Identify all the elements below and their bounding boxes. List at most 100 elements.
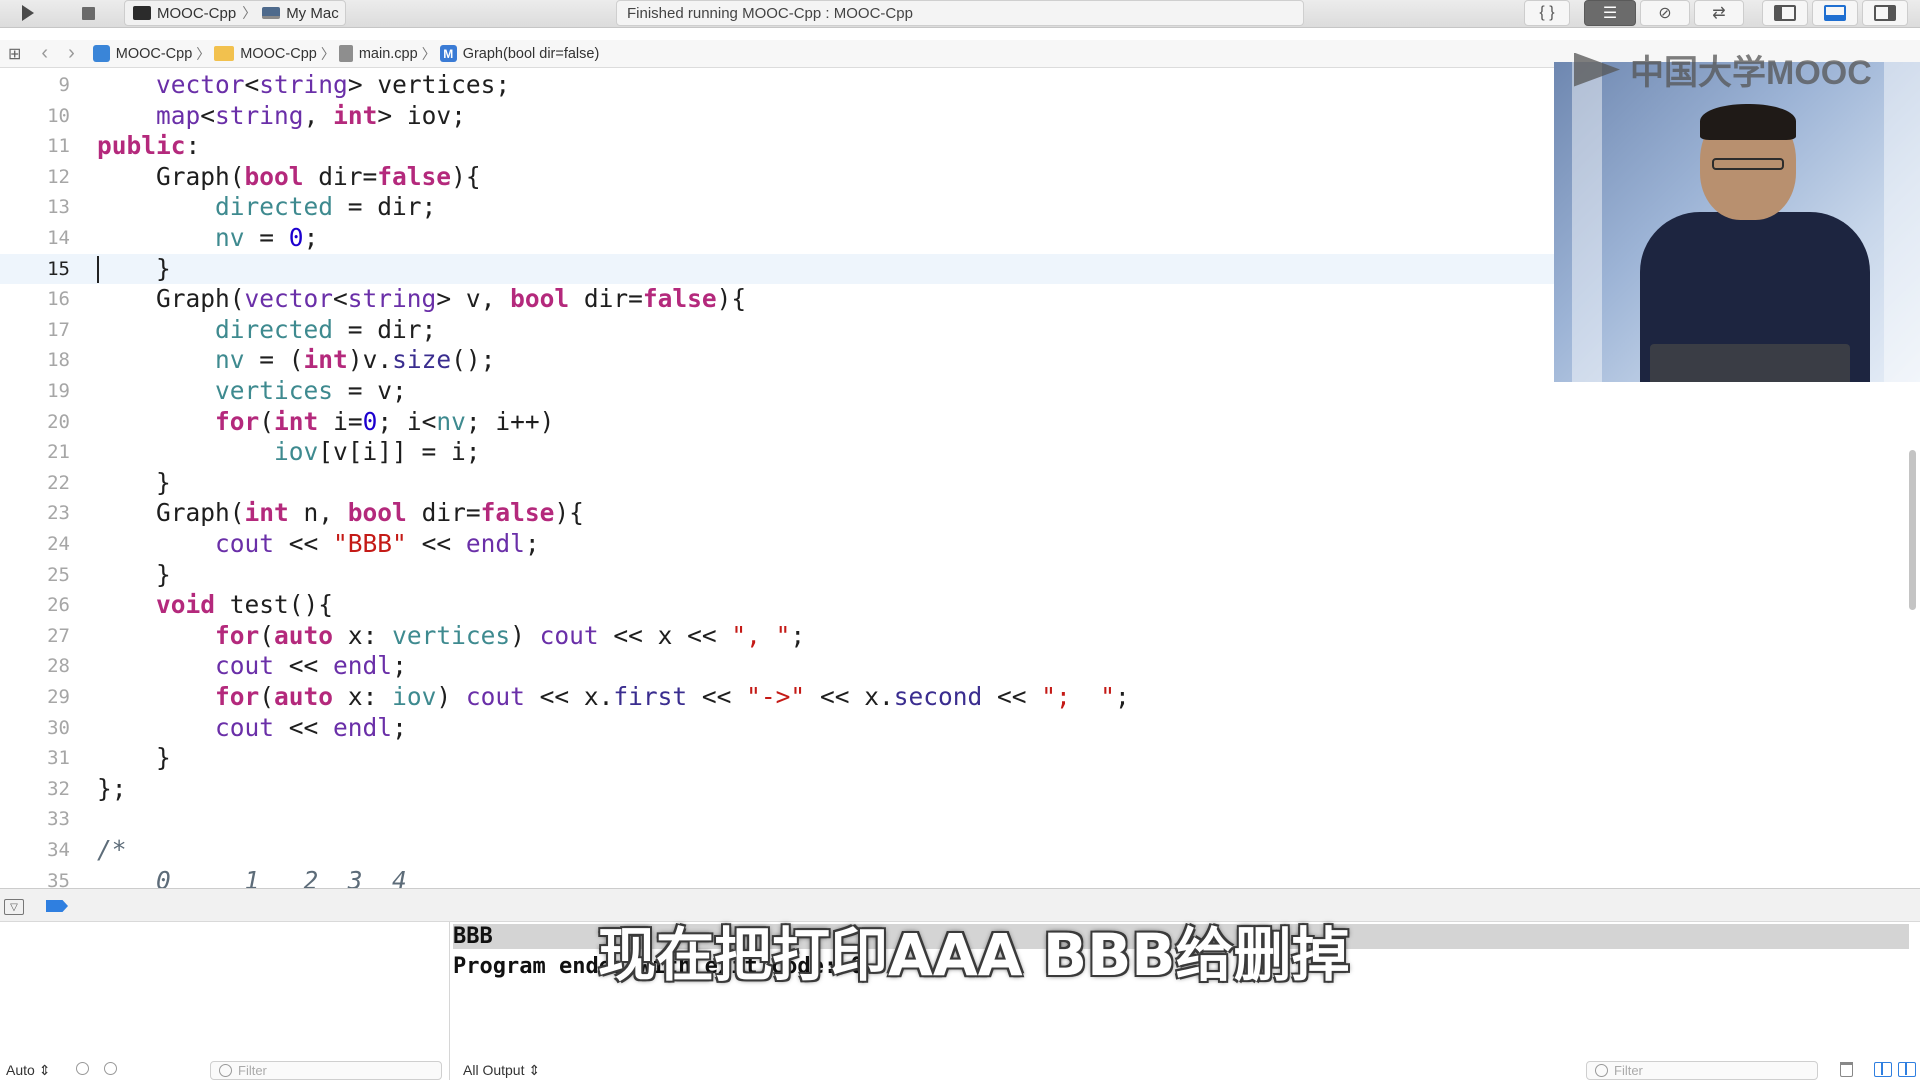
scheme-selector[interactable]: MOOC-Cpp 〉 My Mac (124, 0, 346, 26)
lecturer-hair (1700, 104, 1796, 140)
line-number: 34 (47, 839, 70, 861)
breadcrumb-file-label: main.cpp (358, 45, 418, 62)
destination-name: My Mac (286, 4, 339, 22)
code-text: directed = dir; (215, 314, 437, 344)
auto-variables-selector[interactable]: Auto ⇕ (6, 1062, 50, 1079)
line-number: 26 (47, 594, 70, 617)
cpp-file-icon (338, 45, 353, 62)
line-number: 18 (47, 349, 70, 372)
code-line: 34 /* (0, 835, 1920, 866)
code-text: public: (97, 131, 201, 161)
code-line: 23 Graph(int n, bool dir=false){ (0, 498, 1920, 529)
code-line: 29 for(auto x: iov) cout << x.first << "… (0, 682, 1920, 713)
stop-icon (81, 6, 95, 20)
line-number: 24 (47, 533, 70, 555)
line-number: 29 (47, 686, 70, 708)
standard-editor-icon: ☰ (1602, 5, 1618, 22)
filter-placeholder: Filter (1614, 1063, 1643, 1078)
code-text: vector<string> vertices; (156, 70, 511, 99)
code-text: Graph(vector<string> v, bool dir=false){ (97, 284, 747, 314)
breadcrumb-folder[interactable]: MOOC-Cpp (214, 46, 317, 62)
background-light (1572, 62, 1602, 382)
filter-placeholder: Filter (238, 1063, 267, 1078)
navigator-panel-icon (1774, 5, 1796, 21)
laptop (1650, 344, 1850, 382)
line-number: 33 (47, 808, 70, 831)
eye-icon[interactable] (76, 1062, 89, 1075)
toolbar: MOOC-Cpp 〉 My Mac Finished running MOOC-… (0, 0, 1920, 28)
line-number: 30 (47, 716, 70, 739)
code-text: /* (97, 835, 127, 864)
stop-button[interactable] (66, 0, 110, 26)
code-line: 25 } (0, 560, 1920, 591)
back-icon[interactable]: ‹ (41, 42, 48, 65)
mooc-logo: 中国大学MOOC (1574, 45, 1872, 94)
assistant-editor-button[interactable]: ⊘ (1640, 0, 1690, 26)
standard-editor-button[interactable]: ☰ (1584, 0, 1636, 26)
terminal-icon (133, 6, 151, 20)
code-text: nv = (int)v.size(); (215, 345, 496, 375)
version-editor-button[interactable]: ⇄ (1694, 0, 1744, 26)
line-number: 27 (47, 624, 70, 647)
code-text: cout << endl; (215, 712, 407, 742)
split-view-icon[interactable] (1898, 1062, 1916, 1077)
activity-viewer: Finished running MOOC-Cpp : MOOC-Cpp (616, 0, 1304, 26)
scheme-name: MOOC-Cpp (157, 4, 237, 22)
hide-debug-area-icon[interactable]: ▽ (4, 899, 24, 915)
filter-icon (1595, 1064, 1608, 1077)
code-text: } (97, 559, 171, 589)
breadcrumb-symbol[interactable]: M Graph(bool dir=false) (439, 45, 599, 62)
line-number: 21 (47, 441, 70, 464)
mac-icon (262, 7, 281, 19)
debug-panel-icon (1824, 5, 1846, 21)
code-text: } (97, 467, 171, 497)
code-text: 0 1 2 3 4 (97, 865, 407, 888)
console-filter-input[interactable]: Filter (1586, 1061, 1818, 1080)
forward-icon[interactable]: › (68, 42, 75, 65)
video-subtitle: 现在把打印AAA BBB给删掉 (598, 921, 1350, 989)
related-items-icon[interactable]: ⊞ (8, 44, 21, 64)
background-light (1884, 62, 1920, 382)
debug-area-toggle-button[interactable] (1812, 0, 1858, 26)
split-view-icon[interactable] (1874, 1062, 1892, 1077)
variables-view[interactable] (0, 922, 450, 1080)
line-number: 23 (47, 502, 70, 525)
mooc-play-icon (1574, 52, 1620, 87)
scheme-separator: 〉 (242, 5, 257, 21)
breadcrumb-separator: 〉 (196, 45, 211, 62)
code-line: 28 cout << endl; (0, 651, 1920, 682)
line-number: 16 (47, 288, 70, 311)
breadcrumb-file[interactable]: main.cpp (338, 45, 418, 62)
code-text: cout << "BBB" << endl; (215, 529, 540, 558)
project-icon (92, 45, 110, 62)
code-text: }; (97, 773, 127, 803)
code-text: nv = 0; (215, 223, 319, 252)
output-selector[interactable]: All Output ⇕ (463, 1062, 540, 1079)
line-number: 28 (47, 655, 70, 678)
navigator-toggle-button[interactable] (1762, 0, 1808, 26)
run-button[interactable] (6, 0, 50, 26)
lecturer-video (1554, 62, 1920, 382)
breadcrumb-project[interactable]: MOOC-Cpp (92, 45, 192, 62)
activity-status: Finished running MOOC-Cpp : MOOC-Cpp (627, 4, 913, 22)
breadcrumb-folder-label: MOOC-Cpp (240, 45, 317, 62)
version-editor-icon: ⇄ (1712, 5, 1726, 22)
code-review-button[interactable]: { } (1524, 0, 1570, 26)
utilities-toggle-button[interactable] (1862, 0, 1908, 26)
line-number: 22 (47, 471, 70, 494)
code-text: } (97, 253, 171, 283)
variables-filter-input[interactable]: Filter (210, 1061, 442, 1080)
code-text: map<string, int> iov; (156, 100, 466, 130)
trash-icon[interactable] (1840, 1062, 1853, 1077)
code-line: 26 void test(){ (0, 590, 1920, 621)
info-icon[interactable] (104, 1062, 117, 1075)
code-text: for(int i=0; i<nv; i++) (215, 406, 555, 436)
mooc-logo-text: 中国大学MOOC (1630, 54, 1872, 92)
folder-icon (214, 46, 235, 61)
code-line: 32 }; (0, 774, 1920, 805)
editor-scrollbar[interactable] (1909, 450, 1916, 610)
breadcrumb-separator: 〉 (421, 45, 436, 62)
filter-icon (219, 1064, 232, 1077)
run-icon (22, 5, 34, 21)
breakpoints-icon[interactable] (46, 900, 68, 912)
